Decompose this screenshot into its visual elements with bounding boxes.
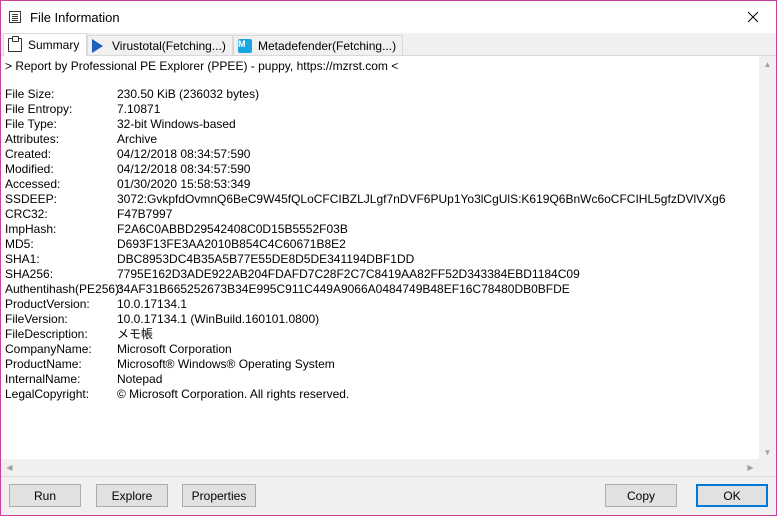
field-row: SSDEEP: 3072:GvkpfdOvmnQ6BeC9W45fQLoCFCIB…: [5, 192, 756, 207]
field-row: Authentihash(PE256): 34AF31B665252673B34E…: [5, 282, 756, 297]
field-value: Microsoft Corporation: [117, 342, 232, 356]
tab-bar: Summary Virustotal(Fetching...) M Metade…: [1, 33, 776, 56]
scroll-up-icon[interactable]: ▲: [759, 56, 776, 73]
field-key: MD5:: [5, 237, 34, 251]
field-key: File Size:: [5, 87, 55, 101]
field-value: F47B7997: [117, 207, 173, 221]
field-value: © Microsoft Corporation. All rights rese…: [117, 387, 350, 401]
field-key: ImpHash:: [5, 222, 57, 236]
field-row: ImpHash: F2A6C0ABBD29542408C0D15B5552F03B: [5, 222, 756, 237]
field-key: Attributes:: [5, 132, 60, 146]
field-row: Accessed: 01/30/2020 15:58:53:349: [5, 177, 756, 192]
field-key: File Type:: [5, 117, 57, 131]
tab-metadefender-label: Metadefender(Fetching...): [258, 39, 397, 53]
field-key: SHA1:: [5, 252, 40, 266]
field-key: ProductVersion:: [5, 297, 90, 311]
field-key: File Entropy:: [5, 102, 73, 116]
close-button[interactable]: [730, 1, 776, 33]
report-header: > Report by Professional PE Explorer (PP…: [5, 59, 399, 73]
field-row: File Entropy: 7.10871: [5, 102, 756, 117]
field-row: LegalCopyright: © Microsoft Corporation. …: [5, 387, 756, 402]
tab-summary-label: Summary: [28, 38, 80, 52]
field-key: SHA256:: [5, 267, 54, 281]
field-value: 04/12/2018 08:34:57:590: [117, 162, 251, 176]
field-value: 04/12/2018 08:34:57:590: [117, 147, 251, 161]
clipboard-icon: [8, 36, 22, 52]
tab-metadefender[interactable]: M Metadefender(Fetching...): [233, 35, 403, 56]
field-value: 7795E162D3ADE922AB204FDAFD7C28F2C7C8419A…: [117, 267, 580, 281]
field-row: ProductName: Microsoft® Windows® Operatin…: [5, 357, 756, 372]
tab-virustotal[interactable]: Virustotal(Fetching...): [87, 35, 233, 56]
button-bar: Run Explore Properties Copy OK: [1, 477, 776, 515]
field-row: Attributes: Archive: [5, 132, 756, 147]
field-value: 34AF31B665252673B34E995C911C449A9066A048…: [117, 282, 570, 296]
window-title: File Information: [30, 10, 120, 25]
copy-button[interactable]: Copy: [605, 484, 677, 507]
horizontal-scrollbar[interactable]: ◀ ▶: [1, 459, 759, 476]
field-row: Created: 04/12/2018 08:34:57:590: [5, 147, 756, 162]
field-key: Authentihash(PE256):: [5, 282, 123, 296]
field-value: F2A6C0ABBD29542408C0D15B5552F03B: [117, 222, 348, 236]
field-key: FileDescription:: [5, 327, 88, 341]
run-button[interactable]: Run: [9, 484, 81, 507]
field-row: InternalName: Notepad: [5, 372, 756, 387]
field-row: SHA256: 7795E162D3ADE922AB204FDAFD7C28F2C…: [5, 267, 756, 282]
field-row: ProductVersion: 10.0.17134.1: [5, 297, 756, 312]
explore-button[interactable]: Explore: [96, 484, 168, 507]
field-key: ProductName:: [5, 357, 82, 371]
field-value: 230.50 KiB (236032 bytes): [117, 87, 260, 101]
field-value: 01/30/2020 15:58:53:349: [117, 177, 251, 191]
metadefender-icon: M: [238, 39, 252, 53]
scroll-left-icon[interactable]: ◀: [1, 459, 18, 476]
field-key: InternalName:: [5, 372, 81, 386]
field-value: 10.0.17134.1: [117, 297, 188, 311]
field-key: SSDEEP:: [5, 192, 58, 206]
close-icon: [747, 11, 759, 23]
field-row: CRC32: F47B7997: [5, 207, 756, 222]
field-row: CompanyName: Microsoft Corporation: [5, 342, 756, 357]
ok-button[interactable]: OK: [696, 484, 768, 507]
field-row: File Size: 230.50 KiB (236032 bytes): [5, 87, 756, 102]
field-row: FileVersion: 10.0.17134.1 (WinBuild.16010…: [5, 312, 756, 327]
field-key: Created:: [5, 147, 52, 161]
title-bar[interactable]: File Information: [1, 1, 776, 33]
field-key: CRC32:: [5, 207, 48, 221]
field-row: FileDescription: メモ帳: [5, 327, 756, 342]
field-value: Notepad: [117, 372, 163, 386]
field-value: 10.0.17134.1 (WinBuild.160101.0800): [117, 312, 320, 326]
field-row: MD5: D693F13FE3AA2010B854C4C60671B8E2: [5, 237, 756, 252]
field-key: Modified:: [5, 162, 54, 176]
field-key: FileVersion:: [5, 312, 68, 326]
document-icon: [9, 11, 21, 23]
field-row: Modified: 04/12/2018 08:34:57:590: [5, 162, 756, 177]
file-information-window: File Information Summary Virustotal(Fetc…: [0, 0, 777, 516]
field-value: メモ帳: [117, 327, 154, 341]
field-row: File Type: 32-bit Windows-based: [5, 117, 756, 132]
vertical-scroll-thumb[interactable]: [763, 73, 772, 444]
field-list: File Size: 230.50 KiB (236032 bytes) File …: [5, 87, 756, 402]
field-value: 7.10871: [117, 102, 161, 116]
field-key: Accessed:: [5, 177, 61, 191]
virustotal-icon: [92, 39, 106, 53]
field-value: 3072:GvkpfdOvmnQ6BeC9W45fQLoCFCIBZLJLgf7…: [117, 192, 726, 206]
scrollbar-corner: [759, 459, 776, 476]
field-value: Archive: [117, 132, 158, 146]
properties-button[interactable]: Properties: [182, 484, 256, 507]
field-key: CompanyName:: [5, 342, 92, 356]
tab-virustotal-label: Virustotal(Fetching...): [112, 39, 226, 53]
field-value: 32-bit Windows-based: [117, 117, 236, 131]
field-value: D693F13FE3AA2010B854C4C60671B8E2: [117, 237, 346, 251]
field-key: LegalCopyright:: [5, 387, 90, 401]
field-value: DBC8953DC4B35A5B77E55DE8D5DE341194DBF1DD: [117, 252, 415, 266]
summary-text-area[interactable]: > Report by Professional PE Explorer (PP…: [1, 55, 776, 477]
vertical-scrollbar[interactable]: ▲ ▼: [759, 56, 776, 461]
field-row: SHA1: DBC8953DC4B35A5B77E55DE8D5DE341194D…: [5, 252, 756, 267]
tab-summary[interactable]: Summary: [3, 33, 87, 56]
scroll-right-icon[interactable]: ▶: [742, 459, 759, 476]
field-value: Microsoft® Windows® Operating System: [117, 357, 335, 371]
